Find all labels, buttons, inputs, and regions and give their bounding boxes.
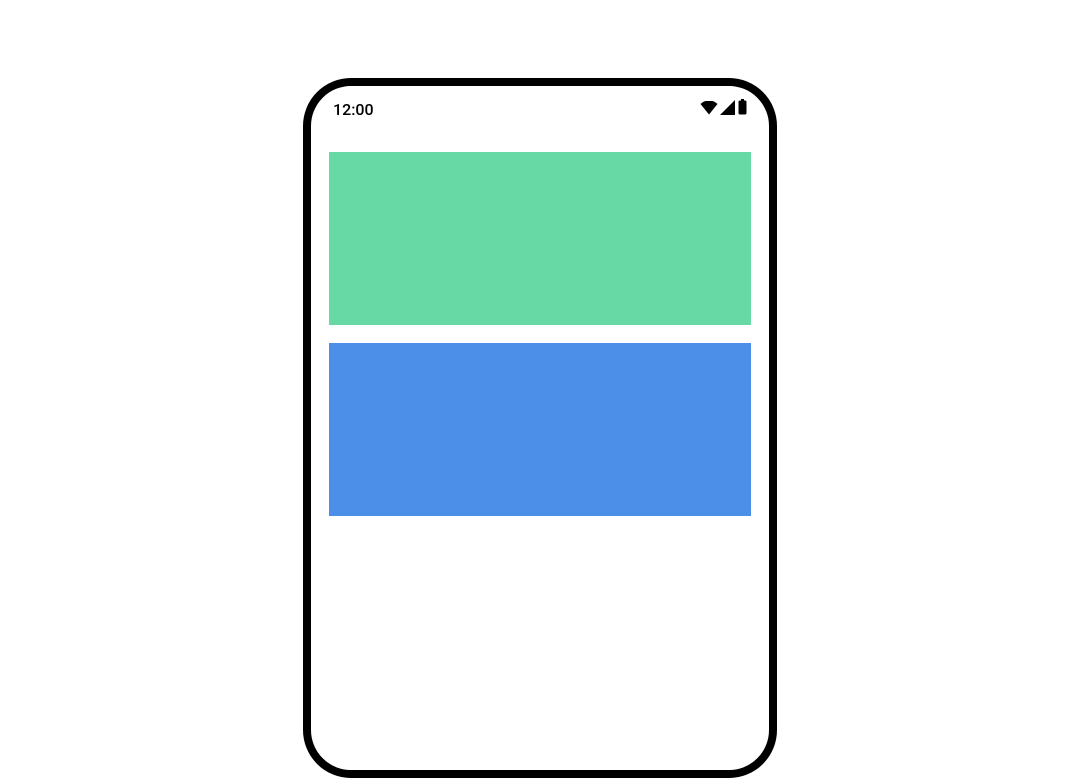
status-bar: 12:00: [311, 90, 769, 128]
status-time: 12:00: [333, 100, 374, 119]
battery-icon: [738, 99, 747, 119]
status-icons: [700, 99, 747, 119]
blue-block: [329, 343, 751, 516]
phone-frame: 12:00: [303, 78, 777, 778]
cellular-icon: [720, 100, 736, 119]
wifi-icon: [700, 100, 718, 119]
green-block: [329, 152, 751, 325]
content-area: [311, 128, 769, 516]
